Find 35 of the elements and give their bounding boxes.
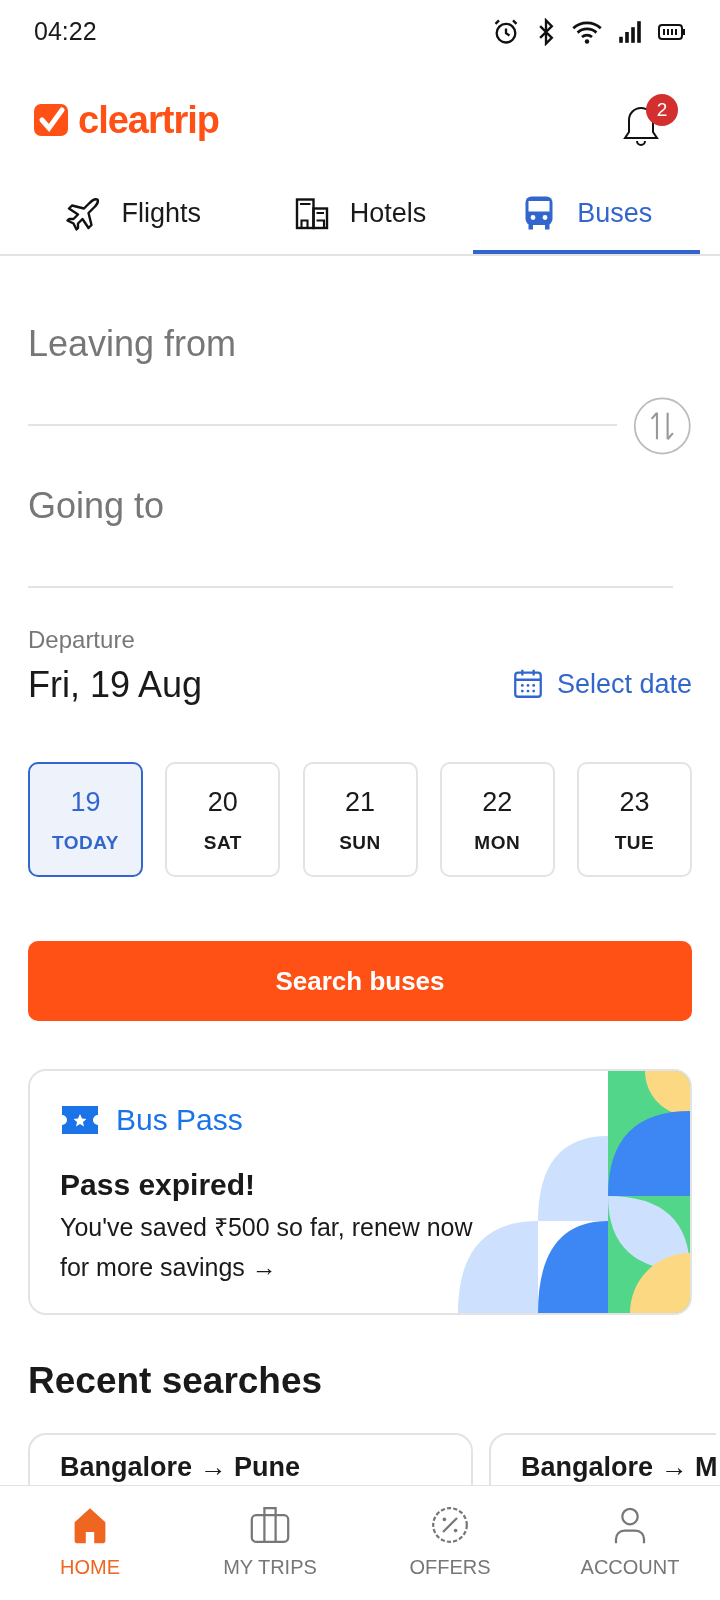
notification-badge: 2 — [646, 94, 678, 126]
to-field[interactable]: Going to — [28, 426, 673, 588]
tab[interactable]: Buses — [473, 176, 700, 254]
nav-item[interactable]: ACCOUNT — [540, 1486, 720, 1600]
departure-label: Departure — [28, 625, 136, 655]
battery-icon — [658, 22, 686, 42]
pass-heading: Pass expired! — [60, 1167, 257, 1203]
alarm-icon — [492, 18, 520, 46]
notification-button[interactable]: 2 — [620, 94, 678, 146]
tab[interactable]: Hotels — [246, 176, 474, 254]
logo-text: cleartrip — [78, 97, 219, 143]
pass-text: You've saved ₹500 so far, renew now for more savings → — [60, 1212, 474, 1283]
suitcase-icon — [249, 1504, 291, 1546]
nav-item[interactable]: OFFERS — [360, 1486, 540, 1600]
signal-icon — [618, 20, 642, 44]
status-time: 04:22 — [34, 16, 97, 48]
date-chip[interactable]: 21 SUN — [302, 762, 418, 877]
wifi-icon — [572, 19, 602, 45]
pass-title: Bus Pass — [116, 1102, 243, 1138]
plane-icon — [65, 195, 102, 231]
building-icon — [293, 195, 330, 231]
tab[interactable]: Flights — [20, 176, 247, 254]
date-chip[interactable]: 19 TODAY — [28, 762, 143, 877]
date-chip[interactable]: 22 MON — [439, 762, 555, 877]
select-date-link[interactable]: Select date — [510, 663, 692, 704]
ticket-icon — [60, 1103, 100, 1136]
date-chip[interactable]: 20 SAT — [165, 762, 281, 877]
date-chip[interactable]: 23 TUE — [577, 762, 692, 877]
nav-item[interactable]: MY TRIPS — [180, 1486, 360, 1600]
departure-date: Fri, 19 Aug — [28, 663, 203, 707]
discount-icon — [429, 1504, 471, 1546]
section-title: Recent searches — [28, 1359, 324, 1403]
logo-icon — [34, 102, 70, 138]
promo-card[interactable]: Bus Pass Pass expired! You've saved ₹500 so far, renew now for more savings → — [28, 1069, 692, 1315]
from-field[interactable]: Leaving from — [28, 264, 618, 426]
